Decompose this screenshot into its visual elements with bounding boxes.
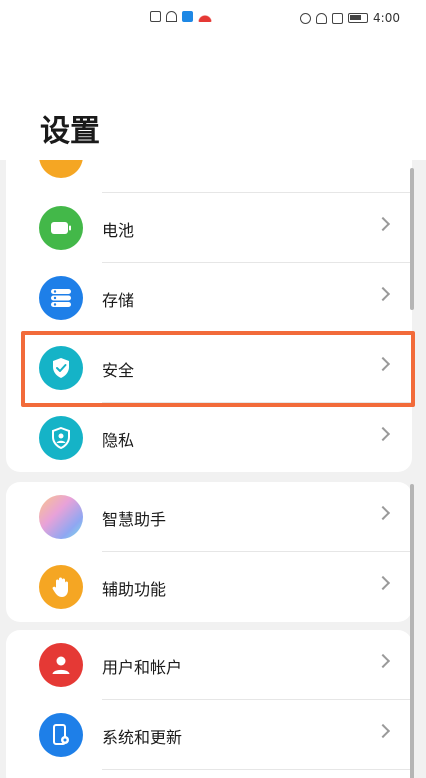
- chevron-right-icon: [375, 653, 391, 669]
- settings-item-label: 隐私: [102, 431, 135, 450]
- scrollbar[interactable]: [410, 168, 414, 310]
- chevron-right-icon: [375, 575, 391, 591]
- page-title: 设置: [40, 114, 100, 149]
- settings-item-system-update[interactable]: 系统和更新: [6, 700, 412, 770]
- settings-group-1: 电池 存储 安全 隐私: [6, 160, 412, 472]
- battery-icon: [39, 206, 83, 250]
- system-update-icon: [39, 713, 83, 757]
- smart-assistant-icon: [39, 495, 83, 539]
- status-right: 4:00: [300, 11, 400, 25]
- settings-item-label: 智慧助手: [102, 510, 167, 529]
- settings-item-accessibility[interactable]: 辅助功能: [6, 552, 412, 622]
- settings-item-users-accounts[interactable]: 用户和帐户: [6, 630, 412, 700]
- highlight-box: [21, 331, 415, 407]
- settings-item-privacy[interactable]: 隐私: [6, 403, 412, 472]
- hand-icon: [39, 565, 83, 609]
- wifi-icon: [166, 11, 177, 22]
- huawei-logo-icon: [198, 11, 212, 22]
- sim-icon: [150, 11, 161, 22]
- storage-icon: [39, 276, 83, 320]
- privacy-shield-icon: [39, 416, 83, 460]
- user-icon: [39, 643, 83, 687]
- scrollbar[interactable]: [410, 484, 414, 778]
- status-bar: 4:00: [0, 0, 426, 40]
- cloud-icon: [182, 11, 193, 22]
- settings-group-2: 智慧助手 辅助功能: [6, 482, 412, 622]
- settings-group-3: 用户和帐户 系统和更新: [6, 630, 412, 778]
- settings-item-label: 用户和帐户: [102, 658, 183, 677]
- settings-item-smart-assistant[interactable]: 智慧助手: [6, 482, 412, 552]
- settings-item-battery[interactable]: 电池: [6, 193, 412, 263]
- vibrate-icon: [332, 12, 344, 24]
- header: 设置: [0, 40, 426, 160]
- settings-item-storage[interactable]: 存储: [6, 263, 412, 333]
- status-time: 4:00: [373, 11, 400, 25]
- settings-item-label: 存储: [102, 291, 135, 310]
- divider: [102, 769, 412, 770]
- settings-item-label: 辅助功能: [102, 580, 167, 599]
- chevron-right-icon: [375, 286, 391, 302]
- chevron-right-icon: [375, 216, 391, 232]
- chevron-right-icon: [375, 723, 391, 739]
- chevron-right-icon: [375, 426, 391, 442]
- headphones-icon: [316, 12, 328, 24]
- status-left: [150, 11, 212, 22]
- chevron-right-icon: [375, 505, 391, 521]
- settings-item-label: 系统和更新: [102, 728, 183, 747]
- eye-icon: [300, 12, 312, 24]
- battery-status-icon: [348, 13, 369, 23]
- partial-item-icon: [39, 160, 83, 178]
- settings-item-label: 电池: [102, 221, 135, 240]
